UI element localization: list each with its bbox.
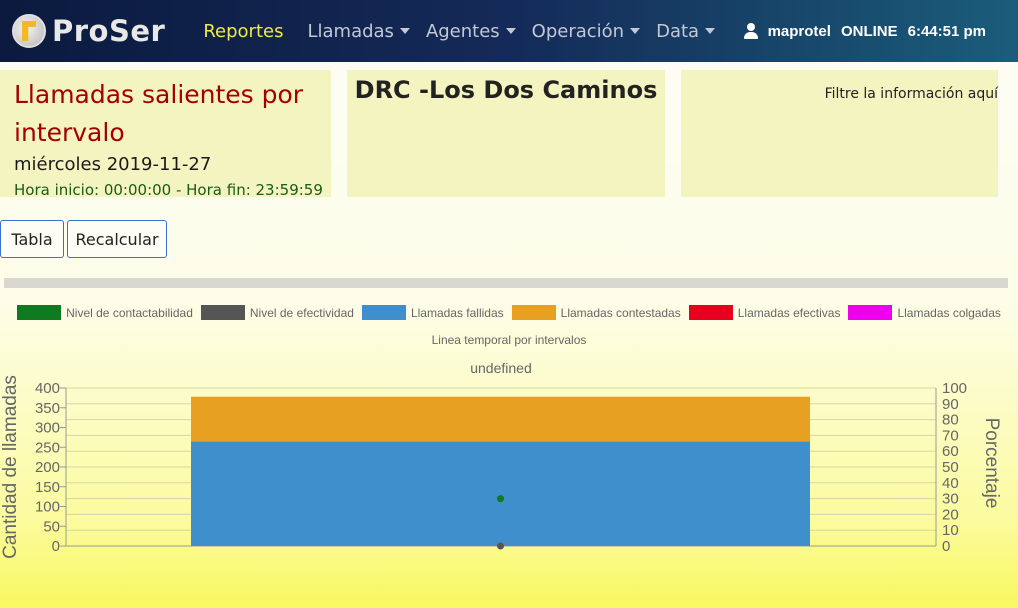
y2-tick-label: 0 <box>942 538 950 555</box>
y2-tick-label: 20 <box>942 506 959 523</box>
filter-label[interactable]: Filtre la información aquí <box>825 86 998 102</box>
brand[interactable]: ProSer <box>12 14 165 48</box>
y2-tick-label: 70 <box>942 427 959 444</box>
y-tick-label: 100 <box>35 499 60 516</box>
bar-segment <box>191 441 810 546</box>
username: maprotel <box>767 22 831 40</box>
report-info-card: Llamadas salientes por intervalo miércol… <box>0 70 331 199</box>
chart-legend: Nivel de contactabilidad Nivel de efectiv… <box>0 305 1018 320</box>
legend-swatch <box>511 305 556 320</box>
legend-swatch <box>17 305 62 320</box>
tabla-button[interactable]: Tabla <box>0 220 64 258</box>
nav-item-operacion[interactable]: Operación <box>532 21 641 42</box>
y-tick-label: 400 <box>35 380 60 397</box>
site-card: DRC -Los Dos Caminos <box>347 70 665 197</box>
chart: 0501001502002503003504000102030405060708… <box>0 375 1002 559</box>
y2-tick-label: 10 <box>942 522 959 539</box>
divider <box>4 278 1008 288</box>
y2-axis-title: Porcentaje <box>981 418 1002 509</box>
nav-item-agentes[interactable]: Agentes <box>426 21 516 42</box>
brand-name: ProSer <box>52 14 166 48</box>
legend-item[interactable]: Llamadas colgadas <box>848 305 1001 320</box>
y-tick-label: 350 <box>35 400 60 417</box>
legend-label: Llamadas colgadas <box>897 305 1001 320</box>
chevron-down-icon <box>630 28 641 34</box>
legend-item[interactable]: Nivel de efectividad <box>200 305 354 320</box>
y-tick-label: 0 <box>52 538 60 555</box>
y-tick-label: 50 <box>43 518 60 535</box>
legend-label: Llamadas contestadas <box>560 305 681 320</box>
data-point <box>497 542 504 550</box>
chevron-down-icon <box>505 28 516 34</box>
user-info[interactable]: maprotel ONLINE 6:44:51 pm <box>743 0 986 62</box>
nav-item-reportes[interactable]: Reportes <box>203 21 283 42</box>
proser-logo-icon <box>12 14 46 48</box>
y2-tick-label: 60 <box>942 443 959 460</box>
legend-item[interactable]: Llamadas contestadas <box>511 305 681 320</box>
legend-item[interactable]: Llamadas fallidas <box>361 305 504 320</box>
legend-label: Nivel de efectividad <box>249 305 354 320</box>
filter-card[interactable]: Filtre la información aquí <box>681 70 998 197</box>
report-title: Llamadas salientes por intervalo <box>14 80 304 147</box>
legend-label: Llamadas efectivas <box>737 305 841 320</box>
y-tick-label: 150 <box>35 479 60 496</box>
y-tick-label: 200 <box>35 459 60 476</box>
navbar: ProSer Reportes Llamadas Agentes Operaci… <box>0 0 1018 62</box>
user-icon <box>743 23 758 39</box>
legend-swatch <box>688 305 733 320</box>
report-date: miércoles 2019-11-27 <box>14 154 212 175</box>
y2-tick-label: 50 <box>942 459 959 476</box>
nav-menu: Reportes Llamadas Agentes Operación Data <box>203 21 731 42</box>
recalcular-button[interactable]: Recalcular <box>67 220 167 258</box>
y-axis-title: Cantidad de llamadas <box>0 375 21 559</box>
chart-subtitle: Linea temporal por intervalos <box>431 333 587 347</box>
clock: 6:44:51 pm <box>907 22 986 40</box>
y2-tick-label: 90 <box>942 396 959 413</box>
legend-item[interactable]: Nivel de contactabilidad <box>17 305 193 320</box>
legend-label: Llamadas fallidas <box>410 305 504 320</box>
legend-swatch <box>848 305 893 320</box>
report-hours: Hora inicio: 00:00:00 - Hora fin: 23:59:… <box>14 181 323 199</box>
chevron-down-icon <box>705 28 716 34</box>
legend-item[interactable]: Llamadas efectivas <box>688 305 841 320</box>
bar-segment <box>191 396 810 442</box>
legend-swatch <box>361 305 406 320</box>
y-tick-label: 250 <box>35 439 60 456</box>
online-status: ONLINE <box>840 22 898 40</box>
y2-tick-label: 100 <box>942 380 967 397</box>
legend-swatch <box>200 305 245 320</box>
legend-label: Nivel de contactabilidad <box>66 305 193 320</box>
y-tick-label: 300 <box>35 420 60 437</box>
chevron-down-icon <box>399 28 410 34</box>
nav-item-data[interactable]: Data <box>656 21 716 42</box>
y2-tick-label: 30 <box>942 491 959 508</box>
site-name: DRC -Los Dos Caminos <box>354 76 658 104</box>
y2-tick-label: 40 <box>942 475 959 492</box>
y2-tick-label: 80 <box>942 412 959 429</box>
nav-item-llamadas[interactable]: Llamadas <box>307 21 410 42</box>
data-point <box>497 495 504 503</box>
